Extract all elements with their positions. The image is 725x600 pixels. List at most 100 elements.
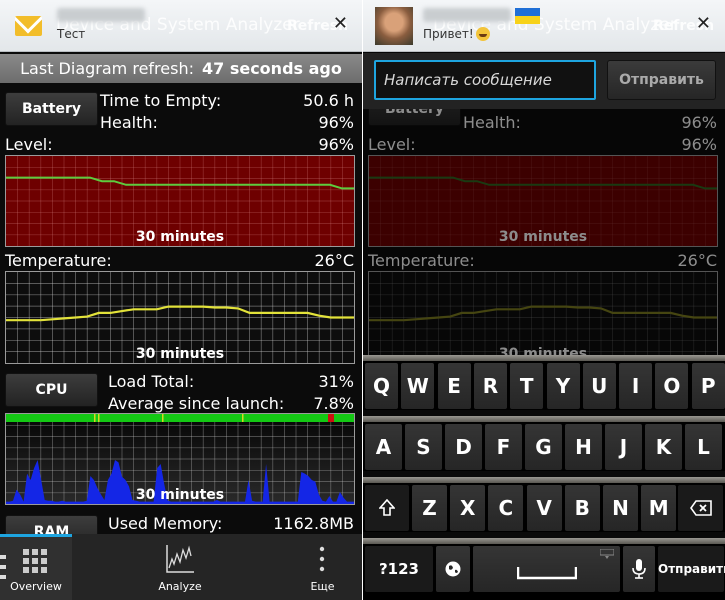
load-total-row: Load Total: 31% [108,372,354,391]
time-to-empty-value: 50.6 h [303,91,354,110]
notification-banner-message[interactable]: Device and System Analyzer Refresh Приве… [363,0,725,52]
keyboard-send-key[interactable]: Отправить [658,546,725,592]
key-y[interactable]: Y [546,363,580,409]
key-g[interactable]: G [525,424,562,470]
key-r[interactable]: R [473,363,507,409]
key-c[interactable]: C [488,485,524,531]
key-k[interactable]: K [645,424,682,470]
left-screen: Device and System Analyzer Refresh Тест … [0,0,362,600]
key-u[interactable]: U [582,363,616,409]
average-value: 7.8% [313,394,354,413]
microphone-icon [632,559,646,579]
key-p[interactable]: P [691,363,725,409]
key-m[interactable]: M [641,485,677,531]
globe-icon [445,561,461,577]
nav-analyze[interactable]: Analyze [140,534,220,600]
envelope-icon [15,16,42,36]
keyboard-row-2: ASDFGHJKL [363,416,725,471]
space-key[interactable] [473,546,620,592]
key-w[interactable]: W [401,363,435,409]
message-input[interactable] [374,60,596,100]
key-z[interactable]: Z [412,485,447,531]
load-total-label: Load Total: [108,372,195,391]
key-q[interactable]: Q [365,363,398,409]
cpu-chart-caption: 30 minutes [135,487,225,503]
used-memory-row: Used Memory: 1162.8MB [108,514,354,533]
cpu-button[interactable]: CPU [5,373,98,407]
key-b[interactable]: B [564,485,600,531]
nav-overview[interactable]: Overview [0,534,72,600]
health-value: 96% [318,113,354,132]
battery-level-chart: 30 minutes [5,155,355,247]
key-v[interactable]: V [526,485,562,531]
microphone-key[interactable] [623,546,655,592]
key-n[interactable]: N [603,485,638,531]
refresh-value: 47 seconds ago [201,59,342,78]
backspace-key[interactable] [678,485,723,531]
nav-more-label: Еще [310,580,335,593]
temperature-chart: 30 minutes [5,271,355,364]
language-key[interactable] [436,546,470,592]
cpu-status-peak [328,414,334,422]
level-label: Level: [5,135,53,154]
key-f[interactable]: F [485,424,522,470]
refresh-label: Last Diagram refresh: [20,59,194,78]
notification-banner[interactable]: Device and System Analyzer Refresh Тест … [0,0,362,52]
cpu-status-strip [6,414,354,422]
refresh-status-bar: Last Diagram refresh: 47 seconds ago [0,54,362,83]
key-h[interactable]: H [565,424,602,470]
level-row: Level: 96% [5,135,354,154]
cpu-status-spike [98,414,100,422]
key-t[interactable]: T [510,363,544,409]
send-button[interactable]: Отправить [607,60,716,100]
laughing-emoji-icon [475,27,490,41]
shift-icon [378,498,396,516]
health-label: Health: [100,113,158,132]
battery-button[interactable]: Battery [5,92,98,126]
keyboard-row-4: ?123 Отправить [363,538,725,600]
more-vertical-icon [319,546,325,572]
symbols-key[interactable]: ?123 [365,546,433,592]
bottom-action-bar: Overview Analyze Еще [0,534,362,600]
shift-key[interactable] [365,485,409,531]
sender-name-blurred [57,8,145,22]
key-x[interactable]: X [450,485,486,531]
key-o[interactable]: O [655,363,689,409]
key-l[interactable]: L [685,424,722,470]
used-memory-value: 1162.8MB [273,514,354,533]
sender-name-blurred [423,8,511,22]
key-s[interactable]: S [405,424,442,470]
level-value: 96% [318,135,354,154]
key-i[interactable]: I [619,363,653,409]
temperature-chart-caption: 30 minutes [135,346,225,362]
temperature-value: 26°C [314,251,354,270]
temperature-label: Temperature: [5,251,112,270]
close-icon[interactable]: ✕ [696,13,711,34]
time-to-empty-label: Time to Empty: [100,91,222,110]
key-a[interactable]: A [365,424,402,470]
used-memory-label: Used Memory: [108,514,223,533]
line-chart-icon [166,545,194,573]
health-row: Health: 96% [100,113,354,132]
backspace-icon [689,500,712,516]
load-total-value: 31% [318,372,354,391]
close-icon[interactable]: ✕ [333,13,348,34]
keyboard-row-1: QWERTYUIOP [363,355,725,410]
average-row: Average since launch: 7.8% [108,394,354,413]
battery-chart-caption: 30 minutes [135,229,225,245]
message-text: Привет! [423,27,474,41]
space-icon [516,567,577,580]
tab-menu-handle-icon [0,555,6,579]
nav-more[interactable]: Еще [295,534,350,600]
key-j[interactable]: J [605,424,642,470]
average-label: Average since launch: [108,394,285,413]
quick-reply-bar: Отправить [363,53,725,109]
nav-analyze-label: Analyze [158,580,202,593]
keyboard-hide-icon [600,549,614,559]
right-screen: Battery Health: 96% Level: 96% 30 minute… [363,0,725,600]
keyboard-row-3: ZXCVBNM [363,477,725,532]
key-e[interactable]: E [437,363,471,409]
notification-message: Тест [57,27,86,41]
key-d[interactable]: D [445,424,482,470]
cpu-status-spike [94,414,96,422]
